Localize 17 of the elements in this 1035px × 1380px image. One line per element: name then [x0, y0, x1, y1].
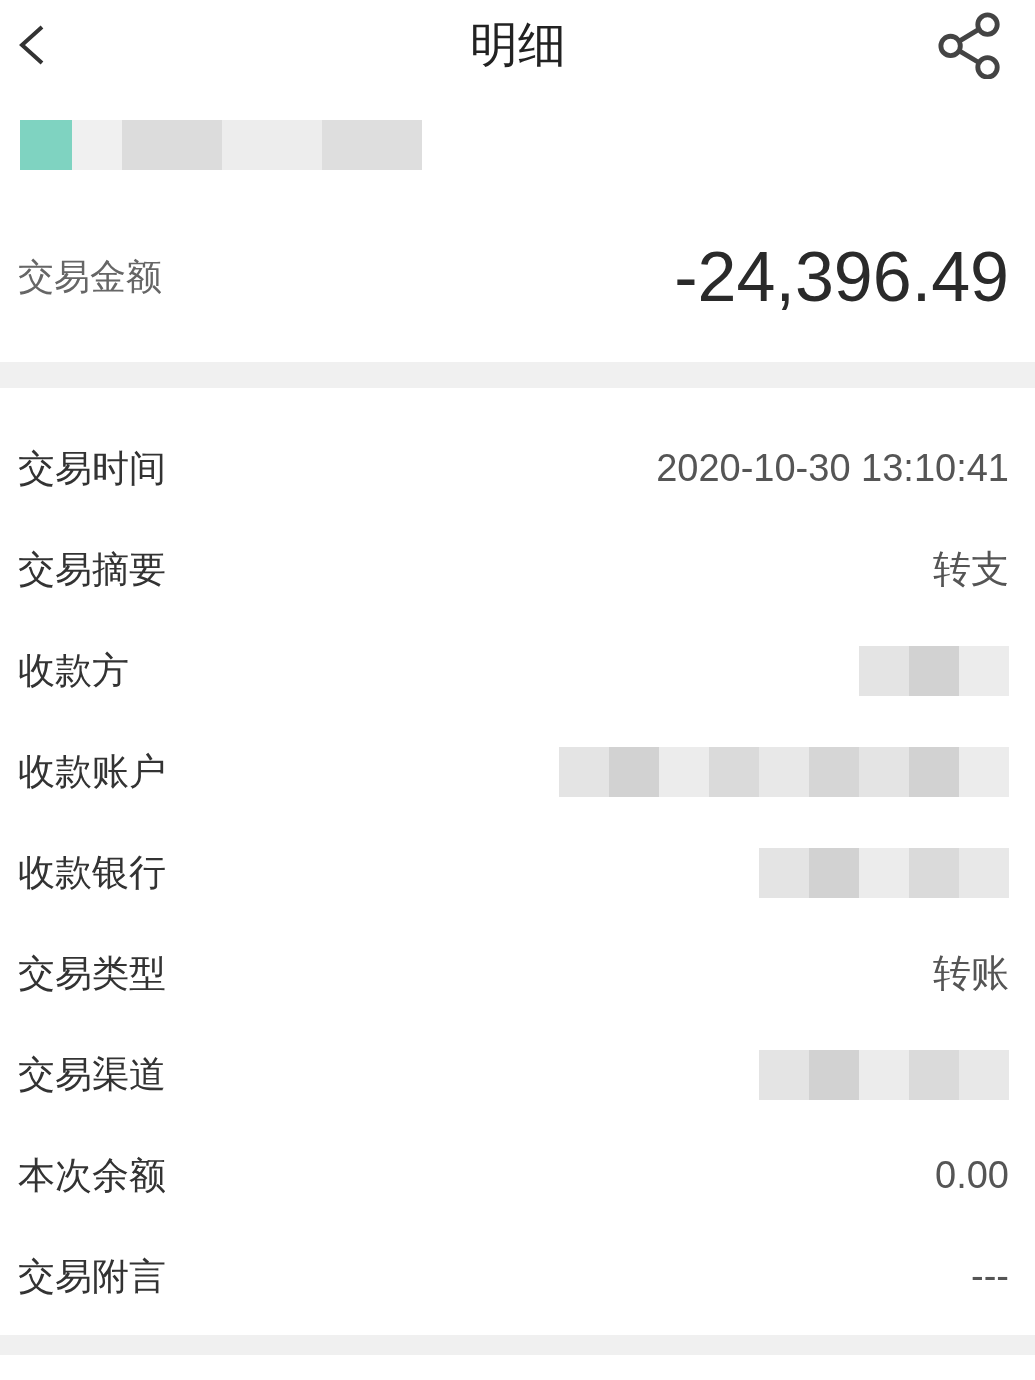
field-label: 交易附言: [18, 1253, 166, 1300]
amount-label: 交易金额: [18, 254, 162, 299]
field-label: 交易摘要: [18, 546, 166, 593]
field-value: 2020-10-30 13:10:41: [656, 447, 1009, 490]
field-value: ---: [971, 1255, 1009, 1298]
page-title: 明细: [468, 15, 567, 74]
field-value: 转支: [933, 547, 1009, 592]
field-label: 交易渠道: [18, 1051, 166, 1098]
field-value: 0.00: [935, 1154, 1009, 1197]
field-label: 本次余额: [18, 1152, 166, 1199]
field-label: 交易时间: [18, 445, 166, 492]
field-label: 交易类型: [18, 950, 166, 997]
field-label: 收款方: [18, 647, 129, 694]
amount-value: -24,396.49: [674, 237, 1009, 317]
field-label: 收款账户: [18, 748, 166, 795]
field-label: 收款银行: [18, 849, 166, 896]
field-value: 转账: [933, 951, 1009, 996]
